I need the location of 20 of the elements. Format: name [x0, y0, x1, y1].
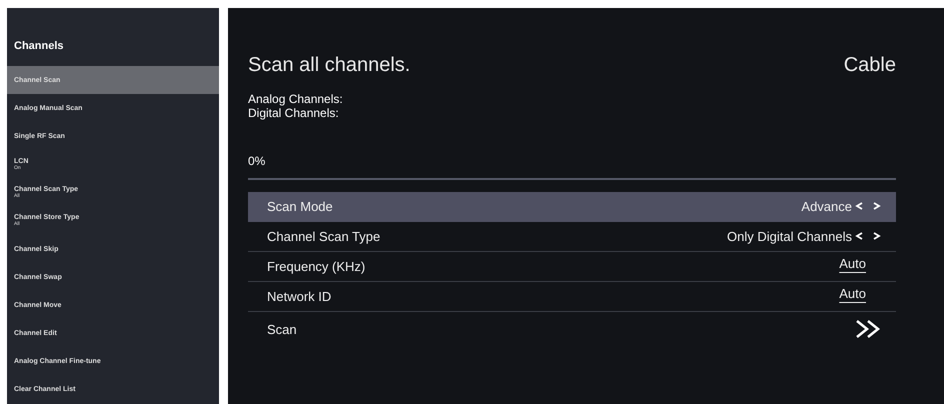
- channel-count-label: Analog Channels:: [248, 92, 344, 106]
- menu-row[interactable]: Frequency (KHz) Auto: [248, 252, 896, 282]
- menu-row[interactable]: Scan: [248, 312, 896, 346]
- progress-reading: 0%: [248, 154, 266, 168]
- row-value[interactable]: Auto: [839, 286, 866, 301]
- row-value: Only Digital Channels: [726, 229, 852, 244]
- sidebar-title: Channels: [13, 40, 65, 54]
- row-label: Network ID: [267, 289, 332, 304]
- source-label: Cable: [844, 54, 896, 77]
- row-label: Frequency (KHz): [267, 259, 366, 274]
- menu-row[interactable]: Scan Mode Advance: [248, 192, 896, 222]
- channel-count-label: Digital Channels:: [248, 106, 340, 120]
- row-label: Scan: [267, 322, 297, 336]
- page-title: Scan all channels.: [248, 54, 410, 77]
- menu-row[interactable]: Network ID Auto: [248, 282, 896, 312]
- menu-row[interactable]: Channel Scan Type Only Digital Channels: [248, 222, 896, 252]
- row-value: Advance: [801, 199, 852, 214]
- row-label: Channel Scan Type: [267, 229, 380, 244]
- row-label: Scan Mode: [267, 199, 333, 214]
- row-value[interactable]: Auto: [839, 256, 866, 271]
